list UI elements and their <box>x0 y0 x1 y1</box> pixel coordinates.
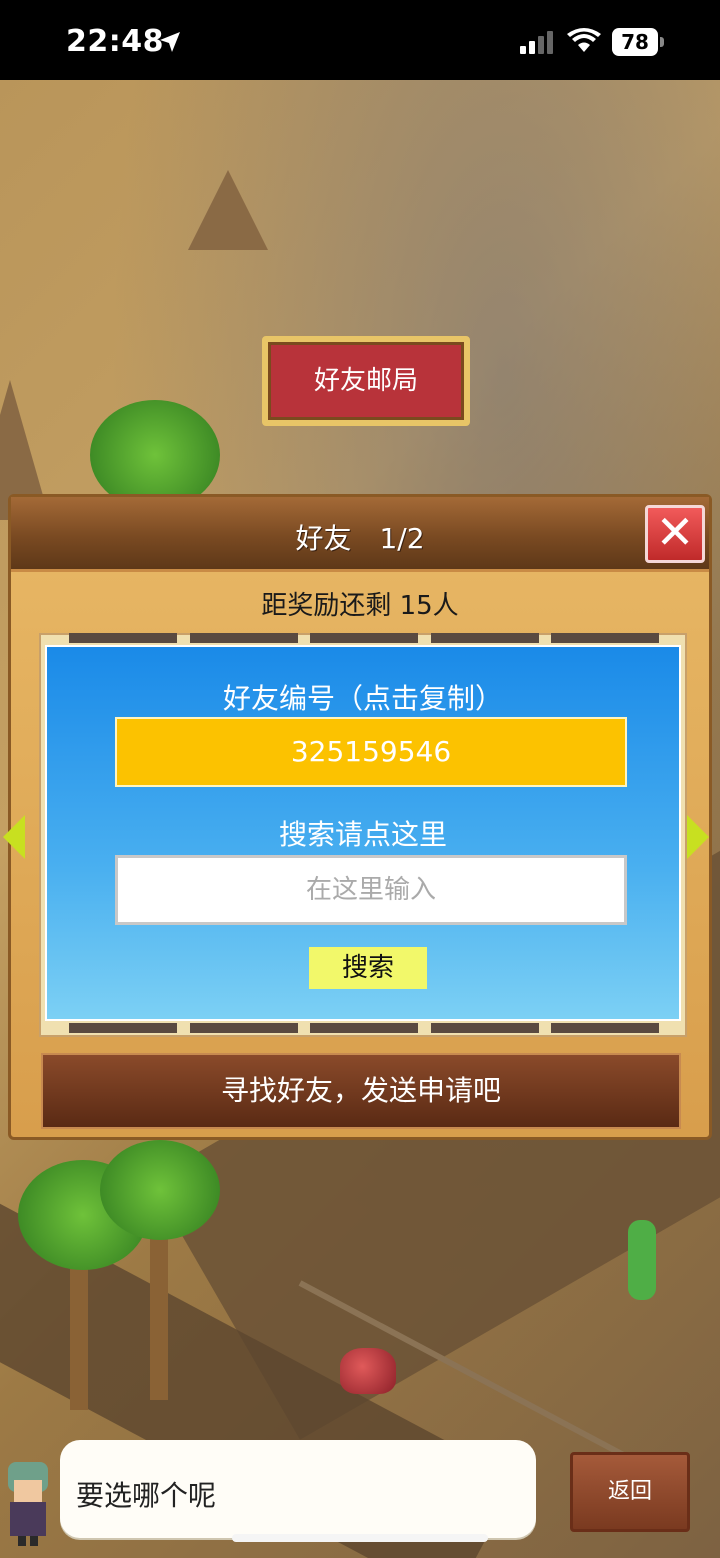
panel-tick <box>69 1023 177 1033</box>
search-label: 搜索请点这里 <box>278 818 447 851</box>
friend-search-input[interactable] <box>115 855 627 925</box>
post-office-sign[interactable]: 好友邮局 <box>262 336 470 426</box>
panel-tick-row-top <box>69 633 659 643</box>
panel-tick <box>189 1023 298 1033</box>
panel-tick <box>430 633 539 643</box>
wifi-icon <box>567 28 601 52</box>
search-button[interactable]: 搜索 <box>309 947 427 989</box>
panel-tick <box>430 1023 539 1033</box>
cactus-sprite <box>628 1220 656 1300</box>
panel-tick <box>551 1023 659 1033</box>
battery-indicator: 78 <box>612 28 666 56</box>
previous-page-arrow-icon[interactable] <box>3 815 25 859</box>
mountain-sprite <box>188 170 268 250</box>
location-arrow-icon <box>160 32 180 52</box>
friend-code-copy-button[interactable]: 325159546 <box>115 717 627 787</box>
home-indicator[interactable] <box>232 1534 488 1542</box>
red-crystal-sprite[interactable] <box>340 1348 396 1394</box>
close-button[interactable]: ✕ <box>645 505 705 563</box>
panel-tick-row-bottom <box>69 1023 659 1033</box>
signal-icon <box>520 31 553 54</box>
speech-bubble: 要选哪个呢 <box>60 1440 536 1538</box>
battery-nub <box>660 37 664 47</box>
find-friends-button[interactable]: 寻找好友，发送申请吧 <box>41 1053 681 1129</box>
battery-level: 78 <box>612 28 658 56</box>
character-avatar <box>8 1462 48 1546</box>
panel-tick <box>310 1023 418 1033</box>
status-time: 22:48 <box>66 24 164 59</box>
panel-tick <box>69 633 177 643</box>
reward-remaining-text: 距奖励还剩 15人 <box>261 591 459 621</box>
status-bar: 22:48 78 <box>0 0 720 80</box>
palm-tree-sprite <box>100 1140 220 1240</box>
dialog-title: 好友 1/2 <box>295 522 425 555</box>
friend-panel-frame: 好友编号（点击复制） 325159546 搜索请点这里 搜索 <box>39 633 687 1037</box>
panel-tick <box>189 633 298 643</box>
speech-text: 要选哪个呢 <box>76 1479 217 1512</box>
back-button[interactable]: 返回 <box>570 1452 690 1532</box>
friend-code-label[interactable]: 好友编号（点击复制） <box>47 677 679 717</box>
friend-search-panel: 好友编号（点击复制） 325159546 搜索请点这里 搜索 <box>45 645 681 1021</box>
next-page-arrow-icon[interactable] <box>687 815 709 859</box>
panel-tick <box>310 633 418 643</box>
panel-tick <box>551 633 659 643</box>
friends-dialog: 好友 1/2 ✕ 距奖励还剩 15人 好友编号（点击复制） 325159546 … <box>3 494 712 1140</box>
dialog-header: 好友 1/2 ✕ <box>11 497 709 572</box>
